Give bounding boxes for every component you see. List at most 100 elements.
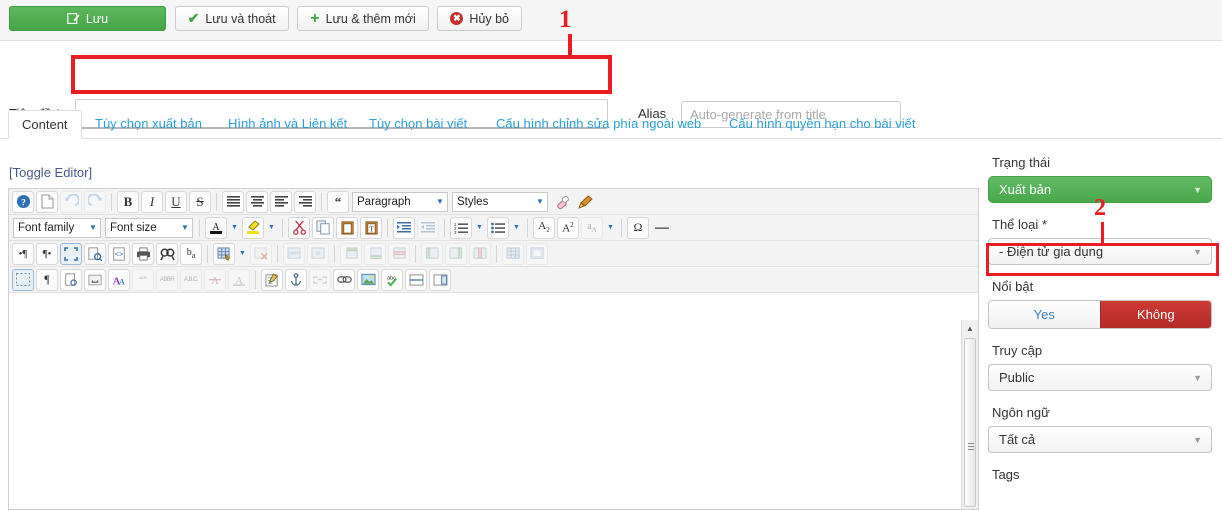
anchor-icon[interactable] — [285, 269, 307, 291]
new-document-icon[interactable] — [36, 191, 58, 213]
font-style-icon[interactable]: AA — [108, 269, 130, 291]
split-cell-icon[interactable] — [502, 243, 524, 265]
delete-row-icon[interactable] — [388, 243, 410, 265]
delete-text-icon[interactable]: A — [204, 269, 226, 291]
insert-text-icon[interactable]: A — [228, 269, 250, 291]
insert-column-after-icon[interactable] — [445, 243, 467, 265]
align-left-icon[interactable] — [270, 191, 292, 213]
cancel-button[interactable]: ✖ Hủy bỏ — [437, 6, 522, 31]
horizontal-rule-icon[interactable] — [651, 217, 673, 239]
cell-properties-icon[interactable] — [307, 243, 329, 265]
image-icon[interactable] — [357, 269, 379, 291]
acronym-icon[interactable]: A.B.C. — [180, 269, 202, 291]
insert-table-chevron-down-icon[interactable]: ▼ — [236, 243, 249, 265]
anchor-name-icon[interactable]: aA — [581, 217, 603, 239]
show-invisibles-icon[interactable]: ¶ — [36, 269, 58, 291]
editor-vertical-scrollbar[interactable]: ▲ — [961, 320, 978, 509]
link-icon[interactable] — [333, 269, 355, 291]
numbered-list-chevron-down-icon[interactable]: ▼ — [473, 217, 486, 239]
save-and-new-button[interactable]: + Lưu & thêm mới — [297, 6, 429, 31]
access-select[interactable]: Public ▼ — [988, 364, 1212, 391]
language-select[interactable]: Tất cả ▼ — [988, 426, 1212, 453]
rtl-direction-icon[interactable]: ¶• — [36, 243, 58, 265]
tab-content[interactable]: Content — [8, 110, 82, 139]
text-color-chevron-down-icon[interactable]: ▼ — [228, 217, 241, 239]
highlight-color-chevron-down-icon[interactable]: ▼ — [265, 217, 278, 239]
insert-column-before-icon[interactable] — [421, 243, 443, 265]
bold-icon[interactable]: B — [117, 191, 139, 213]
tab-frontend-edit-config[interactable]: Cấu hình chỉnh sửa phía ngoài web — [483, 110, 714, 139]
paste-icon[interactable] — [336, 217, 358, 239]
category-select[interactable]: - Điện tử gia dụng ▼ — [988, 238, 1212, 265]
print-icon[interactable] — [132, 243, 154, 265]
replace-icon[interactable]: ba — [180, 243, 202, 265]
scrollbar-thumb[interactable] — [964, 338, 976, 507]
chevron-down-icon: ▼ — [433, 193, 447, 211]
row-properties-icon[interactable] — [283, 243, 305, 265]
tab-images-and-links[interactable]: Hình ảnh và Liên kết — [215, 110, 360, 139]
styles-select[interactable]: Styles ▼ — [452, 192, 548, 212]
clean-brush-icon[interactable] — [575, 191, 597, 213]
cut-icon[interactable] — [288, 217, 310, 239]
subscript-icon[interactable]: A2 — [533, 217, 555, 239]
text-color-icon[interactable]: A — [205, 217, 227, 239]
align-justify-icon[interactable] — [222, 191, 244, 213]
featured-no-button[interactable]: Không — [1100, 301, 1212, 328]
editor-content-area[interactable]: ▲ — [9, 320, 978, 509]
toggle-editor-link[interactable]: [Toggle Editor] — [9, 165, 92, 180]
unlink-icon[interactable] — [309, 269, 331, 291]
scroll-up-arrow-icon[interactable]: ▲ — [962, 320, 978, 336]
paragraph-format-select[interactable]: Paragraph ▼ — [352, 192, 448, 212]
save-and-close-button[interactable]: ✔ Lưu và thoát — [175, 6, 289, 31]
merge-cell-icon[interactable] — [526, 243, 548, 265]
template-icon[interactable] — [261, 269, 283, 291]
superscript-icon[interactable]: A2 — [557, 217, 579, 239]
special-character-icon[interactable]: Ω — [627, 217, 649, 239]
spellcheck-icon[interactable]: abc — [381, 269, 403, 291]
insert-row-after-icon[interactable] — [364, 243, 386, 265]
strikethrough-icon[interactable]: S — [189, 191, 211, 213]
featured-yes-button[interactable]: Yes — [989, 301, 1100, 328]
outdent-icon[interactable] — [417, 217, 439, 239]
blockquote-icon[interactable]: “ — [327, 191, 349, 213]
insert-row-before-icon[interactable] — [340, 243, 362, 265]
undo-icon[interactable] — [60, 191, 82, 213]
insert-table-icon[interactable] — [213, 243, 235, 265]
font-size-select[interactable]: Font size ▼ — [105, 218, 193, 238]
page-break-icon[interactable] — [60, 269, 82, 291]
fullscreen-icon[interactable] — [60, 243, 82, 265]
save-button[interactable]: Lưu — [9, 6, 166, 31]
underline-icon[interactable]: U — [165, 191, 187, 213]
delete-table-icon[interactable] — [250, 243, 272, 265]
search-icon[interactable] — [156, 243, 178, 265]
remove-format-icon[interactable] — [551, 191, 573, 213]
delete-column-icon[interactable] — [469, 243, 491, 265]
indent-icon[interactable] — [393, 217, 415, 239]
bulleted-list-icon[interactable] — [487, 217, 509, 239]
pagebreak-article-icon[interactable] — [429, 269, 451, 291]
redo-icon[interactable] — [84, 191, 106, 213]
visual-blocks-icon[interactable] — [12, 269, 34, 291]
preview-icon[interactable] — [84, 243, 106, 265]
abbreviation-icon[interactable]: ABBR — [156, 269, 178, 291]
help-icon[interactable]: ? — [12, 191, 34, 213]
source-code-icon[interactable]: <> — [108, 243, 130, 265]
font-family-select[interactable]: Font family ▼ — [13, 218, 101, 238]
quote-icon[interactable]: “” — [132, 269, 154, 291]
tags-label: Tags — [992, 467, 1222, 482]
ltr-direction-icon[interactable]: •¶ — [12, 243, 34, 265]
bulleted-list-chevron-down-icon[interactable]: ▼ — [510, 217, 523, 239]
tab-article-permissions[interactable]: Cấu hình quyền hạn cho bài viết — [716, 110, 928, 139]
align-right-icon[interactable] — [294, 191, 316, 213]
italic-icon[interactable]: I — [141, 191, 163, 213]
tab-article-options[interactable]: Tùy chọn bài viết — [356, 110, 480, 139]
nonbreaking-icon[interactable] — [84, 269, 106, 291]
tab-publishing-options[interactable]: Tùy chọn xuất bản — [82, 110, 215, 139]
readmore-icon[interactable] — [405, 269, 427, 291]
highlight-color-icon[interactable] — [242, 217, 264, 239]
anchor-name-chevron-down-icon[interactable]: ▼ — [604, 217, 617, 239]
align-center-icon[interactable] — [246, 191, 268, 213]
paste-text-icon[interactable]: T — [360, 217, 382, 239]
numbered-list-icon[interactable]: 123 — [450, 217, 472, 239]
copy-icon[interactable] — [312, 217, 334, 239]
